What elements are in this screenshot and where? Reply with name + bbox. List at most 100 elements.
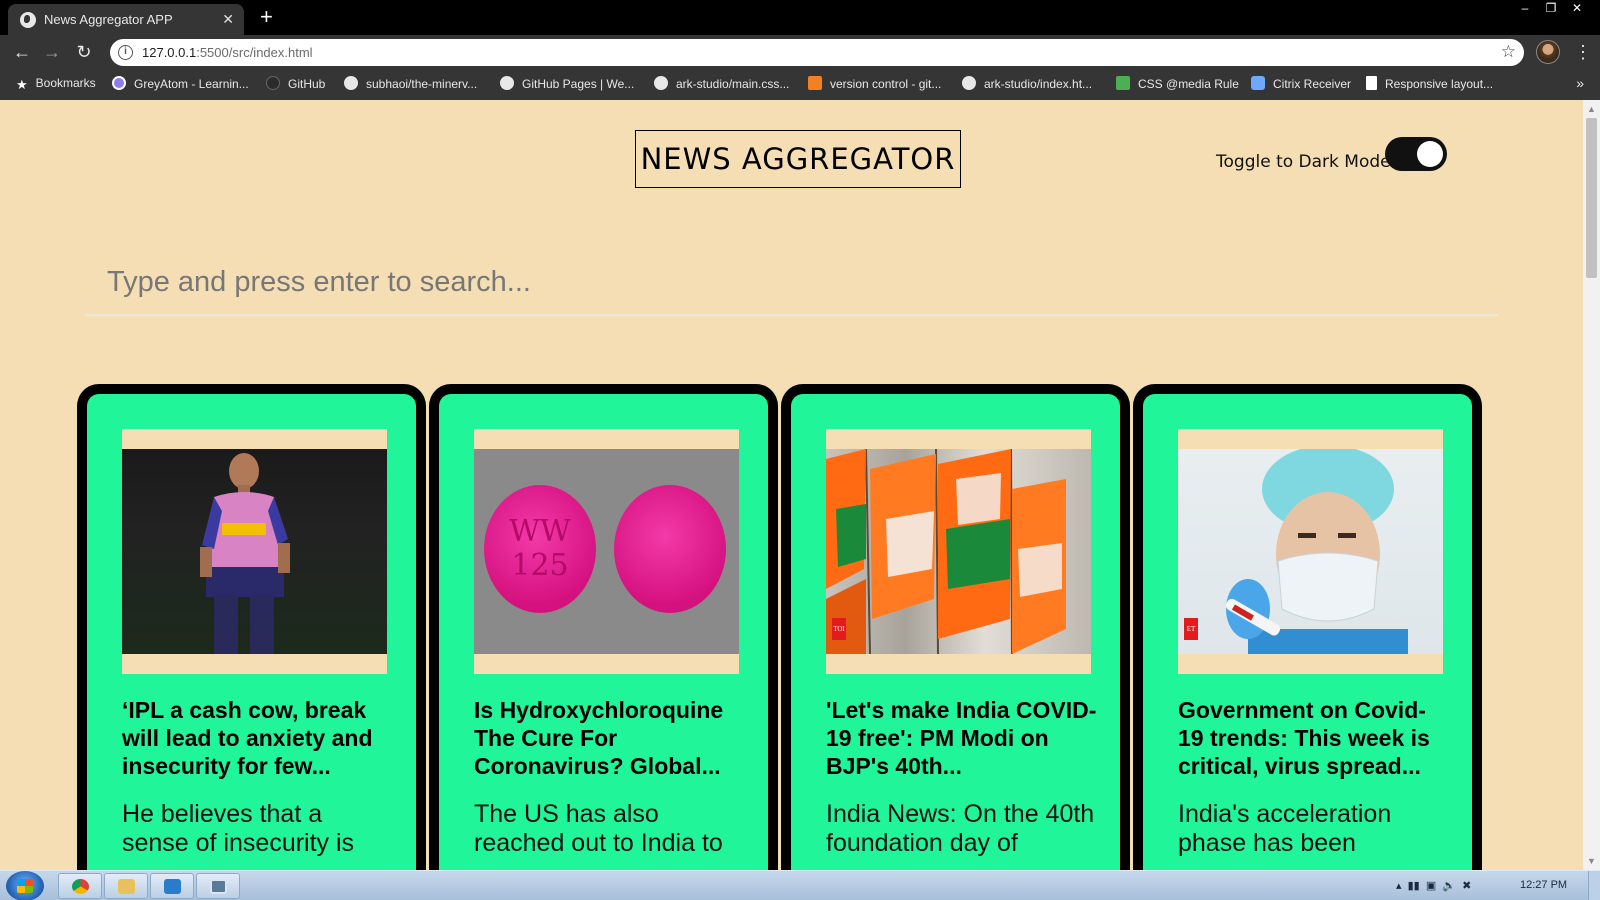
- w3schools-icon: [1116, 76, 1130, 90]
- start-button[interactable]: [6, 871, 44, 900]
- window-controls: – ❐ ✕: [1512, 0, 1590, 18]
- news-card[interactable]: TOI 'Let's make India COVID-19 free': PM…: [781, 384, 1130, 870]
- system-tray-icons[interactable]: ▴ ▮▮ ▣ 🔈 ✖: [1396, 879, 1471, 892]
- news-card[interactable]: ‘IPL a cash cow, break will lead to anxi…: [77, 384, 426, 870]
- show-desktop-button[interactable]: [1588, 871, 1600, 900]
- bookmarks-bar: ★ Bookmarks GreyAtom - Learnin... GitHub …: [0, 69, 1600, 100]
- github-icon: [962, 76, 976, 90]
- cricket-coach-image[interactable]: [122, 449, 387, 654]
- bookmark-label: GreyAtom - Learnin...: [134, 77, 249, 91]
- browser-tab[interactable]: News Aggregator APP ✕: [8, 4, 244, 35]
- bookmark-label: ark-studio/index.ht...: [984, 77, 1093, 91]
- kebab-menu-icon[interactable]: ⋮: [1574, 40, 1592, 64]
- scroll-up-arrow-icon[interactable]: ▲: [1587, 104, 1596, 114]
- et-badge: ET: [1184, 618, 1198, 640]
- new-tab-button[interactable]: +: [260, 5, 273, 29]
- flags-illustration: [826, 449, 1066, 654]
- vertical-scrollbar[interactable]: ▲ ▼: [1583, 100, 1600, 870]
- article-description: The US has also reached out to India to: [474, 800, 723, 857]
- tab-title: News Aggregator APP: [44, 12, 173, 27]
- close-window-button[interactable]: ✕: [1564, 0, 1590, 18]
- dark-mode-label: Toggle to Dark Mode: [1216, 152, 1391, 172]
- restore-button[interactable]: ❐: [1538, 0, 1564, 18]
- toggle-knob[interactable]: [1417, 141, 1443, 167]
- taskbar-window[interactable]: [196, 873, 240, 899]
- pill-imprint: WW 125: [509, 514, 571, 583]
- cricket-coach-illustration: [200, 453, 290, 654]
- reload-icon[interactable]: ↻: [72, 40, 96, 64]
- taskbar-chrome[interactable]: [58, 873, 102, 899]
- bookmark-item[interactable]: GreyAtom - Learnin...: [112, 76, 249, 91]
- github-icon: [266, 76, 280, 90]
- os-taskbar: ▴ ▮▮ ▣ 🔈 ✖ 12:27 PM: [0, 870, 1600, 900]
- article-title[interactable]: ‘IPL a cash cow, break will lead to anxi…: [122, 696, 394, 780]
- article-title[interactable]: Is Hydroxychloroquine The Cure For Coron…: [474, 696, 746, 780]
- taskbar-vscode[interactable]: [150, 873, 194, 899]
- chevron-right-icon[interactable]: »: [1576, 75, 1584, 91]
- news-card-body: TOI 'Let's make India COVID-19 free': PM…: [791, 394, 1120, 870]
- back-arrow-icon[interactable]: ←: [10, 40, 34, 64]
- news-card[interactable]: ET Government on Covid-19 trends: This w…: [1133, 384, 1482, 870]
- image-frame: [122, 429, 387, 674]
- dark-mode-toggle[interactable]: [1385, 137, 1447, 171]
- bookmark-item[interactable]: GitHub: [266, 76, 325, 91]
- address-bar[interactable]: i 127.0.0.1:5500/src/index.html ☆: [110, 39, 1524, 66]
- folder-icon: [118, 879, 135, 894]
- pink-pills-image[interactable]: WW 125: [474, 449, 739, 654]
- greyatom-icon: [112, 76, 126, 90]
- minimize-button[interactable]: –: [1512, 0, 1538, 18]
- chrome-icon: [72, 879, 89, 894]
- bookmark-item[interactable]: Citrix Receiver: [1251, 76, 1351, 91]
- url-text[interactable]: 127.0.0.1:5500/src/index.html: [142, 45, 313, 60]
- profile-avatar[interactable]: [1536, 40, 1560, 64]
- bookmark-item[interactable]: version control - git...: [808, 76, 941, 91]
- bookmark-label: ark-studio/main.css...: [676, 77, 790, 91]
- bookmark-item[interactable]: CSS @media Rule: [1116, 76, 1239, 91]
- bookmark-item[interactable]: ark-studio/main.css...: [654, 76, 789, 91]
- bookmark-label: version control - git...: [830, 77, 942, 91]
- taskbar-explorer[interactable]: [104, 873, 148, 899]
- citrix-icon: [1251, 76, 1265, 90]
- image-frame: WW 125: [474, 429, 739, 674]
- bookmark-item[interactable]: ark-studio/index.ht...: [962, 76, 1092, 91]
- site-info-icon[interactable]: i: [118, 45, 133, 60]
- news-card[interactable]: WW 125 Is Hydroxychloroquine The Cure For…: [429, 384, 778, 870]
- scroll-down-arrow-icon[interactable]: ▼: [1587, 856, 1596, 866]
- url-path: :5500/src/index.html: [196, 45, 313, 60]
- vscode-icon: [164, 879, 181, 894]
- windows-logo-icon: [17, 879, 33, 893]
- bookmark-label: GitHub Pages | We...: [522, 77, 635, 91]
- bookmark-star-icon[interactable]: ☆: [1501, 42, 1516, 62]
- article-title[interactable]: 'Let's make India COVID-19 free': PM Mod…: [826, 696, 1098, 780]
- image-frame: ET: [1178, 429, 1443, 674]
- doc-icon: [1366, 76, 1377, 90]
- bookmark-label: Bookmarks: [35, 76, 96, 90]
- github-icon: [654, 76, 668, 90]
- bookmark-item[interactable]: Responsive layout...: [1366, 76, 1493, 91]
- news-card-body: ET Government on Covid-19 trends: This w…: [1143, 394, 1472, 870]
- article-title[interactable]: Government on Covid-19 trends: This week…: [1178, 696, 1450, 780]
- forward-arrow-icon[interactable]: →: [40, 40, 64, 64]
- window-icon: [210, 879, 227, 894]
- close-tab-icon[interactable]: ✕: [222, 11, 234, 27]
- scroll-thumb[interactable]: [1586, 118, 1597, 278]
- bookmark-label: subhaoi/the-minerv...: [366, 77, 478, 91]
- bookmark-label: Citrix Receiver: [1273, 77, 1352, 91]
- bookmark-item[interactable]: GitHub Pages | We...: [500, 76, 634, 91]
- news-card-body: WW 125 Is Hydroxychloroquine The Cure For…: [439, 394, 768, 870]
- bjp-flags-image[interactable]: TOI: [826, 449, 1091, 654]
- news-card-body: ‘IPL a cash cow, break will lead to anxi…: [87, 394, 416, 870]
- stackoverflow-icon: [808, 76, 822, 90]
- github-icon: [344, 76, 358, 90]
- bookmark-item[interactable]: ★ Bookmarks: [16, 76, 96, 92]
- search-input[interactable]: [85, 250, 1498, 316]
- tab-bar: News Aggregator APP ✕ + – ❐ ✕: [0, 0, 1600, 35]
- globe-icon: [20, 12, 36, 28]
- browser-toolbar: ← → ↻ i 127.0.0.1:5500/src/index.html ☆ …: [0, 35, 1600, 69]
- bookmark-item[interactable]: subhaoi/the-minerv...: [344, 76, 477, 91]
- pill-with-imprint: WW 125: [484, 485, 596, 613]
- lab-worker-image[interactable]: ET: [1178, 449, 1443, 654]
- taskbar-clock[interactable]: 12:27 PM: [1520, 879, 1567, 891]
- github-icon: [500, 76, 514, 90]
- image-frame: TOI: [826, 429, 1091, 674]
